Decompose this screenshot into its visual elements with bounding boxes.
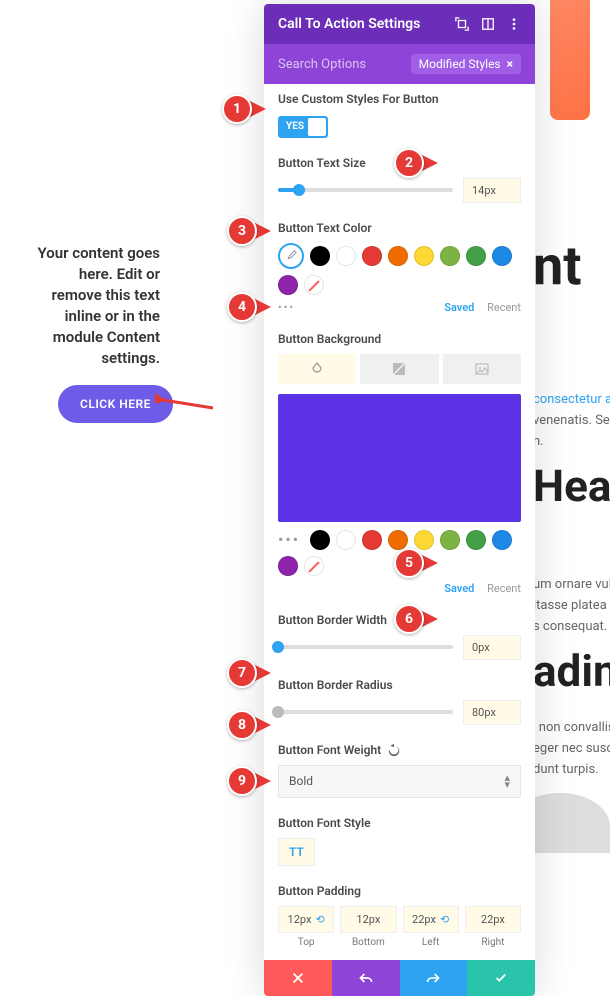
custom-styles-toggle[interactable]: YES <box>278 116 328 138</box>
snap-icon[interactable] <box>481 17 495 31</box>
promo-banner <box>550 0 590 120</box>
color-swatch[interactable] <box>466 530 486 550</box>
cancel-button[interactable] <box>264 960 332 996</box>
no-color-swatch[interactable] <box>304 275 324 295</box>
color-swatch[interactable] <box>388 246 408 266</box>
border-radius-label: Button Border Radius <box>278 678 521 692</box>
border-width-value[interactable]: 0px <box>463 635 521 660</box>
search-input[interactable] <box>278 57 408 72</box>
border-radius-slider[interactable] <box>278 710 453 714</box>
text-size-value[interactable]: 14px <box>463 178 521 203</box>
color-swatch[interactable] <box>310 246 330 266</box>
padding-bottom-label: Bottom <box>340 937 396 948</box>
padding-top-label: Top <box>278 937 334 948</box>
color-swatch[interactable] <box>492 530 512 550</box>
reset-icon[interactable] <box>387 743 401 757</box>
text-size-slider[interactable] <box>278 188 453 192</box>
callout-badge: 7 <box>227 658 287 688</box>
bg-gradient-tab[interactable] <box>360 354 438 384</box>
link-icon[interactable]: ⟲ <box>315 913 324 926</box>
saved-colors-tab[interactable]: Saved <box>444 582 474 595</box>
pointer-arrow-icon <box>155 392 215 414</box>
color-swatch[interactable] <box>362 246 382 266</box>
link-icon[interactable]: ⟲ <box>440 913 449 926</box>
color-swatch[interactable] <box>388 530 408 550</box>
toggle-state-label: YES <box>286 121 304 132</box>
panel-title: Call To Action Settings <box>278 16 420 32</box>
callout-badge: 2 <box>394 148 454 178</box>
color-swatch[interactable] <box>414 530 434 550</box>
expand-icon[interactable] <box>455 17 469 31</box>
heading-fragment: nt <box>533 235 582 298</box>
no-color-swatch[interactable] <box>304 556 324 576</box>
select-value: Bold <box>289 774 313 788</box>
padding-top-input[interactable]: 12px⟲ <box>278 906 334 933</box>
callout-badge: 4 <box>227 292 287 322</box>
text-color-swatches <box>278 243 521 295</box>
padding-bottom-input[interactable]: 12px <box>340 906 396 933</box>
undo-button[interactable] <box>332 960 400 996</box>
text-color-label: Button Text Color <box>278 221 521 235</box>
font-weight-select[interactable]: Bold ▴▾ <box>278 765 521 798</box>
panel-subheader: Modified Styles × <box>264 44 535 84</box>
chevron-updown-icon: ▴▾ <box>504 774 510 789</box>
uppercase-toggle[interactable]: TT <box>278 838 315 866</box>
callout-badge: 5 <box>394 548 454 578</box>
padding-label: Button Padding <box>278 884 521 898</box>
close-icon[interactable]: × <box>507 57 513 71</box>
callout-badge: 6 <box>394 604 454 634</box>
panel-header: Call To Action Settings <box>264 4 535 44</box>
bg-preview[interactable] <box>278 394 521 522</box>
paragraph-fragment: , non convallis l eger nec suscipi dunt … <box>533 718 610 780</box>
custom-styles-label: Use Custom Styles For Button <box>278 92 521 106</box>
font-weight-label: Button Font Weight <box>278 743 381 757</box>
toggle-knob-icon <box>308 118 326 136</box>
color-swatch[interactable] <box>310 530 330 550</box>
padding-left-input[interactable]: 22px⟲ <box>403 906 459 933</box>
callout-badge: 9 <box>227 766 287 796</box>
color-swatch[interactable] <box>278 556 298 576</box>
panel-footer <box>264 960 535 996</box>
border-width-slider[interactable] <box>278 645 453 649</box>
saved-colors-tab[interactable]: Saved <box>444 301 474 314</box>
callout-badge: 8 <box>227 710 287 740</box>
filter-pill[interactable]: Modified Styles × <box>411 54 521 74</box>
callout-badge: 3 <box>227 216 287 246</box>
redo-button[interactable] <box>400 960 468 996</box>
slider-thumb-icon[interactable] <box>293 184 305 196</box>
color-swatch[interactable] <box>336 246 356 266</box>
save-button[interactable] <box>467 960 535 996</box>
recent-colors-tab[interactable]: Recent <box>487 301 521 314</box>
color-swatch[interactable] <box>414 246 434 266</box>
border-radius-value[interactable]: 80px <box>463 700 521 725</box>
color-swatch[interactable] <box>440 530 460 550</box>
color-swatch[interactable] <box>492 246 512 266</box>
filter-pill-label: Modified Styles <box>419 57 501 71</box>
color-picker-icon[interactable] <box>278 243 304 269</box>
heading-fragment: Hea <box>533 460 610 512</box>
module-placeholder-text: Your content goes here. Edit or remove t… <box>30 243 160 369</box>
more-colors-icon[interactable]: ••• <box>278 530 300 549</box>
color-swatch[interactable] <box>466 246 486 266</box>
bg-color-tab[interactable] <box>278 354 356 384</box>
slider-thumb-icon[interactable] <box>272 641 284 653</box>
callout-badge: 1 <box>222 94 282 124</box>
heading-fragment: adin <box>533 645 610 697</box>
color-swatch[interactable] <box>336 530 356 550</box>
more-icon[interactable] <box>507 17 521 31</box>
color-swatch[interactable] <box>362 530 382 550</box>
padding-right-input[interactable]: 22px <box>465 906 521 933</box>
bg-label: Button Background <box>278 332 521 346</box>
bg-image-tab[interactable] <box>443 354 521 384</box>
padding-right-label: Right <box>465 937 521 948</box>
recent-colors-tab[interactable]: Recent <box>487 582 521 595</box>
paragraph-fragment: um ornare vulp itasse platea di s conseq… <box>533 575 610 637</box>
font-style-label: Button Font Style <box>278 816 521 830</box>
color-swatch[interactable] <box>440 246 460 266</box>
padding-left-label: Left <box>403 937 459 948</box>
paragraph-fragment: consectetur adip venenatis. Sed n. <box>533 390 610 452</box>
